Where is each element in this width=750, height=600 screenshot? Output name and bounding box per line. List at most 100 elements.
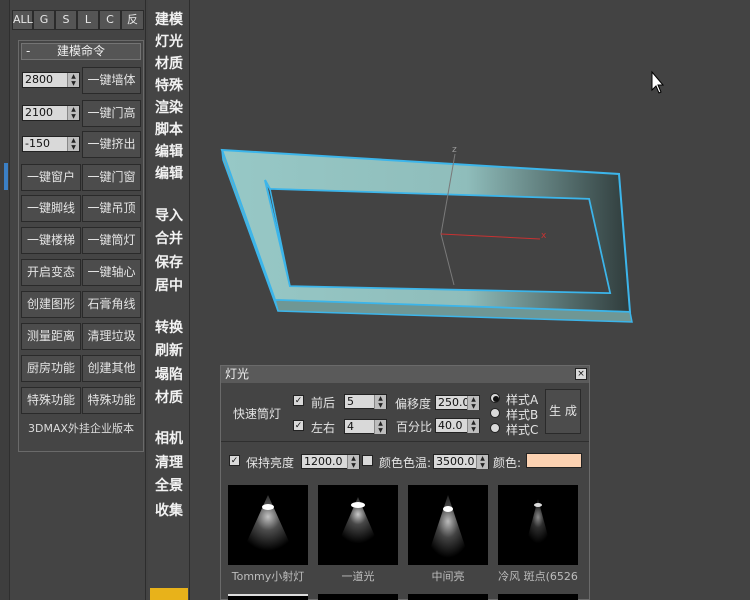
spinner-arrows-icon[interactable]: ▲ ▼ (374, 395, 386, 409)
percent-label: 百分比 (396, 420, 433, 434)
offset-label: 偏移度 (395, 397, 432, 411)
preset-thumb-3[interactable] (408, 485, 488, 565)
spinner-arrows-icon[interactable]: ▲ ▼ (67, 106, 79, 120)
wall-height-spinner[interactable]: 2800 ▲ ▼ (22, 72, 80, 88)
one-key-door-window-button[interactable]: 一键门窗 (82, 164, 141, 191)
create-shape-button[interactable]: 创建图形 (21, 291, 81, 318)
front-back-input[interactable]: 5 ▲ ▼ (344, 394, 387, 409)
collect-button[interactable]: 收集 (150, 500, 188, 522)
camera-button[interactable]: 相机 (150, 428, 188, 450)
preset-thumb-8[interactable] (498, 594, 578, 600)
preset-label-4: 冷风 斑点(6526 (498, 570, 578, 583)
one-key-downlight-button[interactable]: 一键筒灯 (82, 227, 141, 254)
preset-thumb-1[interactable] (228, 485, 308, 565)
dialog-divider (221, 441, 589, 442)
kitchen-function-button[interactable]: 厨房功能 (21, 355, 81, 382)
convert-button[interactable]: 转换 (150, 317, 188, 339)
color-temp-input[interactable]: 3500.0 ▲ ▼ (433, 454, 489, 469)
lighting-tab[interactable]: 灯光 (150, 31, 188, 53)
style-b-radio[interactable] (490, 408, 500, 418)
modeling-rollout-header[interactable]: - 建模命令 (21, 43, 141, 60)
save-button[interactable]: 保存 (150, 252, 188, 274)
measure-distance-button[interactable]: 测量距离 (21, 323, 81, 350)
spinner-arrows-icon[interactable]: ▲ ▼ (476, 455, 488, 469)
extrude-spinner[interactable]: -150 ▲ ▼ (22, 136, 80, 152)
preset-label-3: 中间亮 (431, 570, 465, 583)
filter-s-button[interactable]: S (55, 10, 77, 30)
one-key-extrude-button[interactable]: 一键挤出 (82, 131, 141, 158)
close-icon[interactable]: × (575, 368, 587, 380)
plaster-cornice-button[interactable]: 石膏角线 (82, 291, 141, 318)
spinner-arrows-icon[interactable]: ▲ ▼ (467, 396, 479, 410)
preset-label-1: Tommy小射灯 (231, 570, 305, 583)
refresh-button[interactable]: 刷新 (150, 340, 188, 362)
preset-thumb-7[interactable] (408, 594, 488, 600)
preset-thumb-4[interactable] (498, 485, 578, 565)
center-button[interactable]: 居中 (150, 275, 188, 297)
style-c-radio[interactable] (490, 423, 500, 433)
special-function-button-1[interactable]: 特殊功能 (21, 387, 81, 414)
preset-thumb-6[interactable] (318, 594, 398, 600)
one-key-window-button[interactable]: 一键窗户 (21, 164, 81, 191)
spinner-arrows-icon[interactable]: ▲ ▼ (67, 73, 79, 87)
light-dialog-title[interactable]: 灯光 (221, 366, 589, 383)
filter-invert-button[interactable]: 反 (121, 10, 144, 30)
one-key-ceiling-button[interactable]: 一键吊顶 (82, 195, 141, 222)
one-key-door-height-button[interactable]: 一键门高 (82, 100, 141, 127)
left-right-input[interactable]: 4 ▲ ▼ (344, 419, 387, 434)
generate-button[interactable]: 生 成 (545, 389, 581, 434)
edit-tab-1[interactable]: 编辑 (150, 141, 188, 163)
panorama-button[interactable]: 全景 (150, 475, 188, 497)
spinner-arrows-icon[interactable]: ▲ ▼ (67, 137, 79, 151)
cursor-icon (651, 70, 665, 94)
color-temp-checkbox[interactable] (362, 455, 373, 466)
preset-thumb-5[interactable] (228, 594, 308, 600)
one-key-wall-button[interactable]: 一键墙体 (82, 67, 141, 94)
collapse-button[interactable]: 塌陷 (150, 364, 188, 386)
preset-thumb-2[interactable] (318, 485, 398, 565)
brightness-input[interactable]: 1200.0 ▲ ▼ (301, 454, 360, 469)
keep-brightness-checkbox[interactable]: ✓ (229, 455, 240, 466)
filter-l-button[interactable]: L (77, 10, 99, 30)
modeling-tab[interactable]: 建模 (150, 9, 188, 31)
highlight-tab[interactable] (150, 588, 188, 600)
style-a-radio[interactable] (490, 393, 500, 403)
import-button[interactable]: 导入 (150, 205, 188, 227)
enable-mode-button[interactable]: 开启变态 (21, 259, 81, 286)
clean-garbage-button[interactable]: 清理垃圾 (82, 323, 141, 350)
left-edge-strip (0, 0, 10, 600)
left-right-checkbox[interactable]: ✓ (293, 420, 304, 431)
filter-g-button[interactable]: G (33, 10, 55, 30)
script-tab[interactable]: 脚本 (150, 119, 188, 141)
spinner-value: 2100 (25, 106, 53, 119)
door-height-spinner[interactable]: 2100 ▲ ▼ (22, 105, 80, 121)
material-tab[interactable]: 材质 (150, 53, 188, 75)
filter-all-button[interactable]: ALL (12, 10, 33, 30)
offset-value: 250.0 (438, 396, 470, 409)
version-label: 3DMAX外挂企业版本 (27, 422, 135, 435)
percent-value: 40.0 (438, 419, 463, 432)
spinner-arrows-icon[interactable]: ▲ ▼ (374, 420, 386, 434)
special-function-button-2[interactable]: 特殊功能 (82, 387, 141, 414)
spinner-arrows-icon[interactable]: ▲ ▼ (347, 455, 359, 469)
percent-input[interactable]: 40.0 ▲ ▼ (435, 418, 480, 433)
color-swatch[interactable] (526, 453, 582, 468)
offset-input[interactable]: 250.0 ▲ ▼ (435, 395, 480, 410)
special-tab[interactable]: 特殊 (150, 75, 188, 97)
one-key-stairs-button[interactable]: 一键楼梯 (21, 227, 81, 254)
create-other-button[interactable]: 创建其他 (82, 355, 141, 382)
clean-button[interactable]: 清理 (150, 452, 188, 474)
axis-x-label: x (541, 231, 547, 241)
render-tab[interactable]: 渲染 (150, 97, 188, 119)
filter-c-button[interactable]: C (99, 10, 121, 30)
front-back-checkbox[interactable]: ✓ (293, 395, 304, 406)
one-key-baseboard-button[interactable]: 一键脚线 (21, 195, 81, 222)
merge-button[interactable]: 合并 (150, 228, 188, 250)
spinner-arrows-icon[interactable]: ▲ ▼ (467, 419, 479, 433)
collapse-icon: - (26, 44, 31, 58)
preset-label-2: 一道光 (341, 570, 375, 583)
left-right-label: 左右 (311, 421, 336, 435)
edit-tab-2[interactable]: 编辑 (150, 163, 188, 185)
material-button[interactable]: 材质 (150, 387, 188, 409)
one-key-pivot-button[interactable]: 一键轴心 (82, 259, 141, 286)
